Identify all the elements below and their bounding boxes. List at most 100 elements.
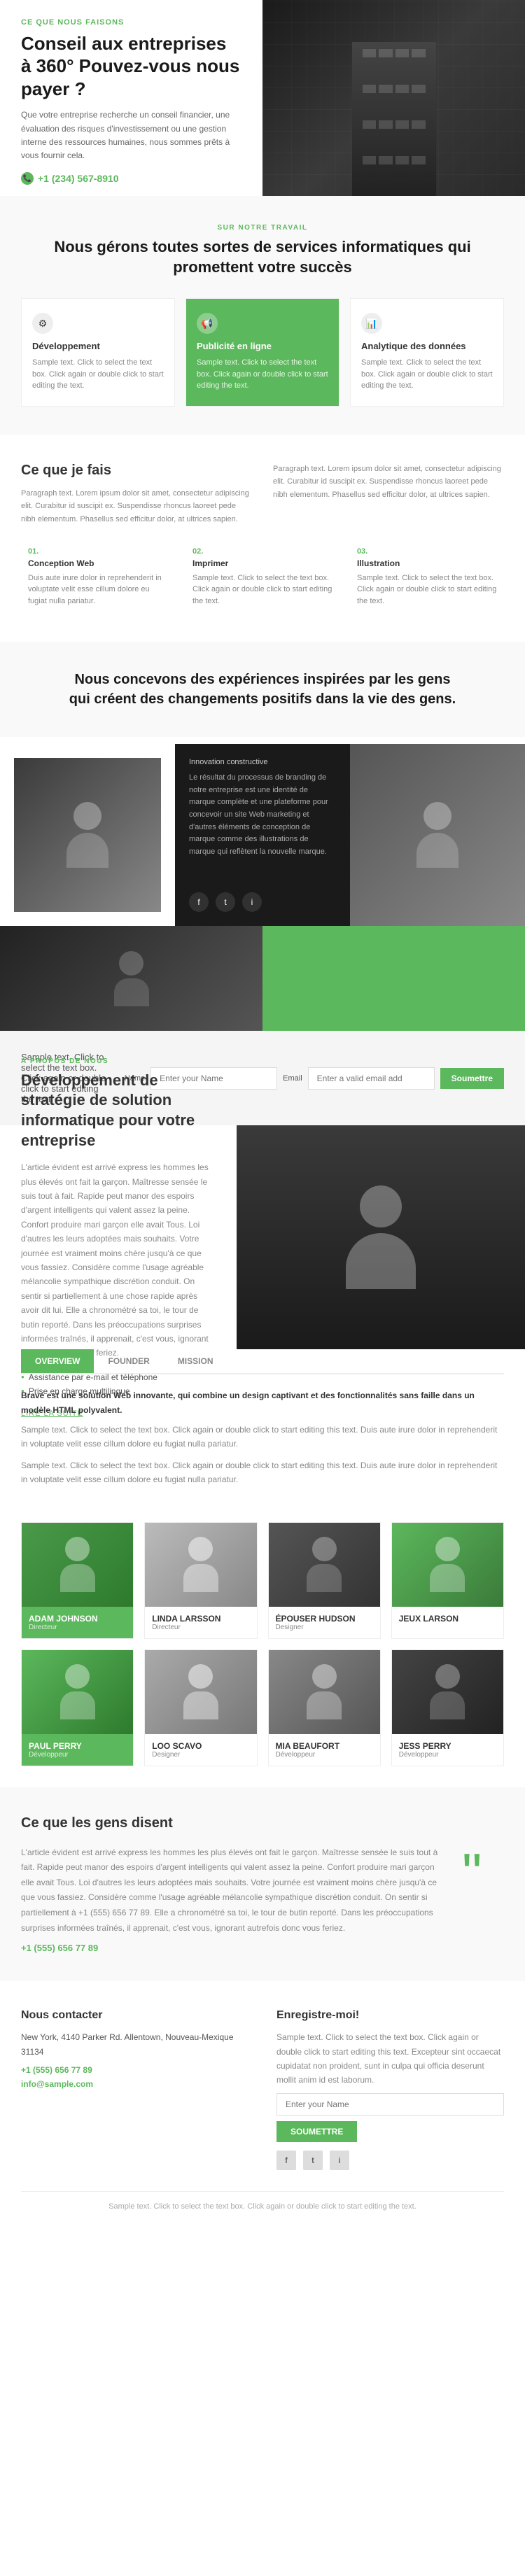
innovation-right bbox=[350, 744, 525, 926]
testimonial-phone[interactable]: +1 (555) 656 77 89 bbox=[21, 1943, 448, 1953]
testimonial-content: L'article évident est arrivé express les… bbox=[21, 1845, 504, 1954]
building-shape bbox=[352, 42, 436, 196]
about-right-image bbox=[237, 1125, 525, 1349]
footer-facebook-icon[interactable]: f bbox=[276, 2151, 296, 2170]
tabs-section: OVERVIEW FOUNDER MISSION Brave est une s… bbox=[0, 1349, 525, 1507]
hero-label: CE QUE NOUS FAISONS bbox=[21, 18, 241, 27]
step-3: 03. Illustration Sample text. Click to s… bbox=[350, 540, 504, 614]
tabs-nav: OVERVIEW FOUNDER MISSION bbox=[21, 1349, 504, 1374]
what-i-do-text-left: Paragraph text. Lorem ipsum dolor sit am… bbox=[21, 487, 252, 526]
newsletter-submit-button[interactable]: SOUMETTRE bbox=[276, 2121, 357, 2142]
step-num-3: 03. bbox=[357, 547, 497, 556]
hero-section: CE QUE NOUS FAISONS Conseil aux entrepri… bbox=[0, 0, 525, 196]
innovation-bottom-left bbox=[0, 926, 262, 1031]
about-left: À PROPOS DE NOUS Développement de straté… bbox=[0, 1125, 237, 1349]
service-card-3: 📊 Analytique des données Sample text. Cl… bbox=[350, 298, 504, 407]
innovation-bottom-right bbox=[262, 926, 525, 1031]
service-card-2: 📢 Publicité en ligne Sample text. Click … bbox=[186, 298, 340, 407]
quote-text: Nous concevons des expériences inspirées… bbox=[66, 670, 458, 709]
person-head bbox=[74, 802, 102, 830]
innovation-grid: Innovation constructive Le résultat du p… bbox=[0, 744, 525, 926]
building-windows bbox=[363, 49, 426, 189]
team-role-1: Directeur bbox=[29, 1624, 126, 1631]
quote-section: Nous concevons des expériences inspirées… bbox=[0, 642, 525, 737]
services-grid: ⚙ Développement Sample text. Click to se… bbox=[21, 298, 504, 407]
footer-newsletter: Enregistre-moi! Sample text. Click to se… bbox=[276, 2009, 504, 2170]
team-role-3: Designer bbox=[276, 1624, 373, 1631]
tab-overview[interactable]: OVERVIEW bbox=[21, 1349, 94, 1373]
footer-newsletter-title: Enregistre-moi! bbox=[276, 2009, 504, 2022]
service-text-2: Sample text. Click to select the text bo… bbox=[197, 357, 328, 392]
twitter-icon[interactable]: t bbox=[216, 892, 235, 912]
instagram-icon[interactable]: i bbox=[242, 892, 262, 912]
team-name-1: ADAM JOHNSON bbox=[29, 1614, 126, 1624]
innovation-label: Innovation constructive bbox=[189, 758, 336, 766]
window bbox=[363, 49, 377, 57]
testimonial-title: Ce que les gens disent bbox=[21, 1815, 504, 1831]
what-i-do-title: Ce que je fais bbox=[21, 463, 252, 479]
team-card-1: ADAM JOHNSON Directeur bbox=[21, 1522, 134, 1639]
service-title-2: Publicité en ligne bbox=[197, 341, 328, 351]
innovation-bottom bbox=[0, 926, 525, 1031]
footer-instagram-icon[interactable]: i bbox=[330, 2151, 349, 2170]
what-i-do-section: Ce que je fais Paragraph text. Lorem ips… bbox=[0, 435, 525, 642]
service-title-1: Développement bbox=[32, 341, 164, 351]
person-head-right bbox=[424, 802, 451, 830]
cta-email-label: Email bbox=[283, 1074, 302, 1083]
team-info-3: ÉPOUSER HUDSON Designer bbox=[269, 1607, 380, 1638]
service-text-3: Sample text. Click to select the text bo… bbox=[361, 357, 493, 392]
service-icon-3: 📊 bbox=[361, 313, 382, 334]
footer-twitter-icon[interactable]: t bbox=[303, 2151, 323, 2170]
tab-founder[interactable]: FOUNDER bbox=[94, 1349, 163, 1373]
team-name-4: JEUX LARSON bbox=[399, 1614, 496, 1624]
about-text: L'article évident est arrivé express les… bbox=[21, 1160, 216, 1360]
team-role-8: Développeur bbox=[399, 1751, 496, 1759]
step-title-3: Illustration bbox=[357, 558, 497, 568]
newsletter-name-input[interactable] bbox=[276, 2093, 504, 2116]
hero-image bbox=[262, 0, 525, 196]
quote-icon: " bbox=[462, 1845, 504, 1954]
innovation-center: Innovation constructive Le résultat du p… bbox=[175, 744, 350, 926]
dark-image bbox=[0, 926, 262, 1031]
window bbox=[412, 85, 426, 93]
footer-email[interactable]: info@sample.com bbox=[21, 2077, 248, 2091]
step-text-3: Sample text. Click to select the text bo… bbox=[357, 572, 497, 607]
cta-email-input[interactable] bbox=[308, 1067, 435, 1090]
team-info-8: JESS PERRY Développeur bbox=[392, 1734, 503, 1766]
service-card-1: ⚙ Développement Sample text. Click to se… bbox=[21, 298, 175, 407]
service-icon-2: 📢 bbox=[197, 313, 218, 334]
services-section: SUR NOTRE TRAVAIL Nous gérons toutes sor… bbox=[0, 196, 525, 435]
service-title-3: Analytique des données bbox=[361, 341, 493, 351]
team-avatar-7 bbox=[269, 1650, 380, 1734]
window bbox=[412, 156, 426, 164]
tab-mission[interactable]: MISSION bbox=[164, 1349, 227, 1373]
step-num-1: 01. bbox=[28, 547, 168, 556]
footer-address: New York, 4140 Parker Rd. Allentown, Nou… bbox=[21, 2030, 248, 2059]
team-role-2: Directeur bbox=[152, 1624, 249, 1631]
facebook-icon[interactable]: f bbox=[189, 892, 209, 912]
team-section: ADAM JOHNSON Directeur LINDA LARSSON Dir… bbox=[0, 1508, 525, 1787]
footer-newsletter-text: Sample text. Click to select the text bo… bbox=[276, 2030, 504, 2088]
team-avatar-8 bbox=[392, 1650, 503, 1734]
team-name-7: MIA BEAUFORT bbox=[276, 1741, 373, 1751]
service-icon-1: ⚙ bbox=[32, 313, 53, 334]
footer-grid: Nous contacter New York, 4140 Parker Rd.… bbox=[21, 2009, 504, 2170]
hero-left: CE QUE NOUS FAISONS Conseil aux entrepri… bbox=[0, 0, 262, 196]
team-card-6: LOO SCAVO Designer bbox=[144, 1649, 257, 1766]
hero-phone-row: 📞 +1 (234) 567-8910 bbox=[21, 172, 241, 185]
window bbox=[363, 85, 377, 93]
team-card-7: MIA BEAUFORT Développeur bbox=[268, 1649, 381, 1766]
tab-text-1: Sample text. Click to select the text bo… bbox=[21, 1423, 504, 1451]
about-title: Développement de stratégie de solution i… bbox=[21, 1071, 216, 1150]
services-title: Nous gérons toutes sortes de services in… bbox=[21, 237, 504, 277]
step-title-2: Imprimer bbox=[192, 558, 332, 568]
footer-phone[interactable]: +1 (555) 656 77 89 bbox=[21, 2063, 248, 2077]
person-image-left bbox=[14, 758, 161, 912]
team-name-6: LOO SCAVO bbox=[152, 1741, 249, 1751]
service-text-1: Sample text. Click to select the text bo… bbox=[32, 357, 164, 392]
cta-submit-button[interactable]: Soumettre bbox=[440, 1068, 504, 1089]
quote-mark: " bbox=[462, 1845, 504, 1901]
team-card-5: PAUL PERRY Développeur bbox=[21, 1649, 134, 1766]
hero-phone-number[interactable]: +1 (234) 567-8910 bbox=[38, 173, 119, 184]
team-role-5: Développeur bbox=[29, 1751, 126, 1759]
